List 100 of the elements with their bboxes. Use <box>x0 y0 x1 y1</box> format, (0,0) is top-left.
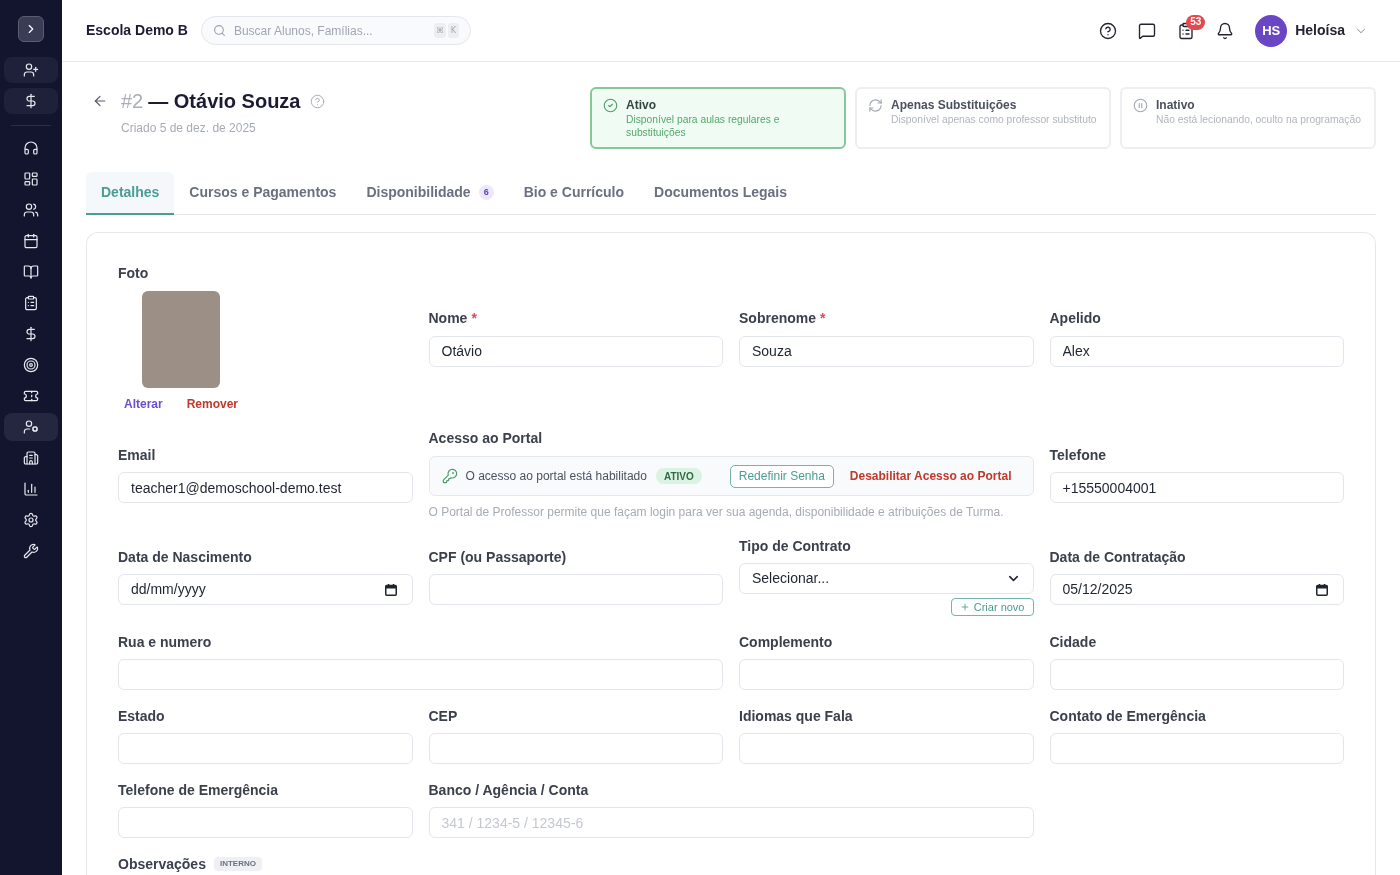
school-name: Escola Demo B <box>86 21 188 40</box>
status-title: Ativo <box>626 97 657 113</box>
date-input[interactable]: 05/12/2025 <box>1049 574 1344 605</box>
book-icon <box>23 264 39 280</box>
user-name: Heloísa <box>1295 21 1345 40</box>
tab[interactable]: Bio e Currículo <box>508 172 639 215</box>
reset-password-button[interactable]: Redefinir Senha <box>729 464 834 488</box>
status-option-card[interactable]: Ativo Disponível para aulas regulares e substituições <box>590 87 846 149</box>
text-input[interactable] <box>739 733 1034 764</box>
user-avatar[interactable]: HS <box>1255 14 1288 47</box>
internal-tag: INTERNO <box>213 857 262 871</box>
required-mark: * <box>471 309 477 328</box>
status-option-card[interactable]: Inativo Não está lecionando, oculto na programação <box>1120 87 1376 149</box>
text-input[interactable] <box>118 807 413 838</box>
status-badge: ATIVO <box>655 468 702 484</box>
select-field[interactable]: Selecionar... <box>739 563 1034 594</box>
created-date: Criado 5 de dez. de 2025 <box>121 120 257 137</box>
count-badge: 6 <box>478 185 494 200</box>
field-label: Rua e numero <box>118 632 212 652</box>
portal-help-text: O Portal de Professor permite que façam login para ver sua agenda, disponibilidade e atribuições de Turma. <box>428 504 1005 520</box>
wrench-icon <box>23 543 39 559</box>
expand-sidebar-button[interactable] <box>18 16 44 42</box>
ticket-icon <box>23 388 39 404</box>
field-label: CEP <box>428 706 458 726</box>
pause-icon <box>1133 98 1148 113</box>
bar-chart-icon <box>23 481 39 497</box>
field-label: CPF (ou Passaporte) <box>428 547 567 567</box>
text-input[interactable] <box>118 659 723 690</box>
text-input[interactable]: +15550004001 <box>1049 472 1344 503</box>
header-icon-button[interactable]: 53 <box>1175 11 1210 50</box>
field-label: Complemento <box>739 632 833 652</box>
sidebar-item[interactable] <box>4 413 58 441</box>
field-label: Estado <box>118 706 165 726</box>
status-description: Não está lecionando, oculto na programação <box>1156 114 1361 127</box>
date-input[interactable]: dd/mm/yyyy <box>118 574 413 605</box>
back-button[interactable] <box>92 93 108 109</box>
page-title: — Otávio Souza <box>148 89 301 114</box>
dollar-icon <box>23 93 39 109</box>
target-icon <box>23 357 39 373</box>
shortcut-key: K <box>447 23 459 38</box>
field-label: Cidade <box>1049 632 1097 652</box>
field-label: Apelido <box>1049 309 1101 328</box>
change-photo-link[interactable]: Alterar <box>123 396 163 412</box>
portal-status-text: O acesso ao portal está habilitado <box>465 468 647 485</box>
tab[interactable]: Cursos e Pagamentos <box>174 172 352 215</box>
refresh-icon <box>868 98 883 113</box>
text-input[interactable] <box>739 659 1034 690</box>
record-number: #2 <box>121 89 144 114</box>
field-label: Observações <box>118 854 206 874</box>
count-badge: 53 <box>1186 14 1206 30</box>
status-option-card[interactable]: Apenas Substituições Disponível apenas como professor substituto <box>855 87 1111 149</box>
tab[interactable]: Disponibilidade 6 <box>351 172 509 215</box>
field-label: Telefone de Emergência <box>118 780 278 800</box>
field-label: Foto <box>118 263 149 283</box>
dollar-icon <box>23 326 39 342</box>
key-icon <box>441 468 458 484</box>
text-input[interactable]: teacher1@demoschool-demo.test <box>118 472 413 503</box>
clipboard-icon <box>23 295 39 311</box>
field-label: Telefone <box>1049 445 1107 465</box>
check-circle-icon <box>603 98 618 113</box>
message-icon <box>1138 21 1157 40</box>
building-icon <box>23 450 39 466</box>
bell-icon <box>1216 21 1235 40</box>
text-input[interactable]: Alex <box>1049 335 1344 367</box>
field-label: Tipo de Contrato <box>739 536 851 556</box>
status-title: Inativo <box>1156 97 1196 113</box>
dashboard-icon <box>23 171 39 187</box>
user-gear-icon <box>23 419 39 435</box>
calendar-icon <box>1316 583 1328 596</box>
text-input[interactable] <box>1049 659 1344 690</box>
field-label: Contato de Emergência <box>1049 706 1206 726</box>
status-description: Disponível apenas como professor substituto <box>891 114 1097 127</box>
field-label: Banco / Agência / Conta <box>428 780 589 800</box>
settings-icon <box>23 512 39 528</box>
field-label: Acesso ao Portal <box>428 428 543 448</box>
text-input[interactable] <box>428 574 723 605</box>
headset-icon <box>23 140 39 156</box>
field-label: Email <box>118 445 156 465</box>
help-icon <box>1099 21 1118 40</box>
create-new-button[interactable]: Criar novo <box>950 598 1034 616</box>
text-input[interactable] <box>428 733 723 764</box>
status-title: Apenas Substituições <box>891 97 1018 113</box>
calendar-icon <box>23 233 39 249</box>
text-input[interactable]: Otávio <box>428 335 723 367</box>
tab[interactable]: Documentos Legais <box>639 172 803 215</box>
text-input[interactable]: Souza <box>739 335 1034 367</box>
search-icon <box>212 24 226 37</box>
quick-action-button[interactable] <box>4 88 58 114</box>
text-input[interactable] <box>1049 733 1344 764</box>
disable-portal-link[interactable]: Desabilitar Acesso ao Portal <box>849 467 1012 485</box>
text-input[interactable]: 341 / 1234-5 / 12345-6 <box>428 807 1034 838</box>
required-mark: * <box>820 309 826 328</box>
quick-action-button[interactable] <box>4 57 58 83</box>
field-label: Sobrenome <box>739 309 816 328</box>
remove-photo-link[interactable]: Remover <box>186 396 238 412</box>
field-label: Idiomas que Fala <box>739 706 853 726</box>
calendar-icon <box>384 583 397 596</box>
plus-icon <box>959 602 970 612</box>
field-label: Data de Nascimento <box>118 547 252 567</box>
text-input[interactable] <box>118 733 413 764</box>
